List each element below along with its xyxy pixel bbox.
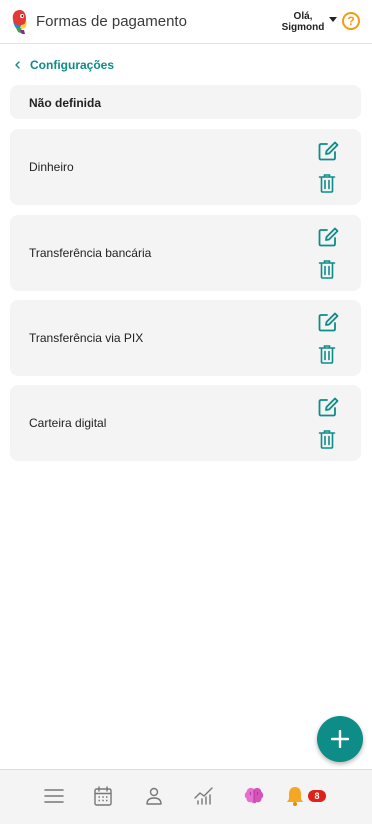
- brain-icon[interactable]: [242, 784, 266, 808]
- user-menu-caret-icon[interactable]: [329, 17, 337, 22]
- parrot-logo-icon[interactable]: [9, 9, 31, 35]
- trash-icon[interactable]: [318, 344, 336, 364]
- payment-method-label: Transferência via PIX: [29, 331, 144, 345]
- edit-icon[interactable]: [317, 140, 339, 162]
- bottom-nav: 8: [0, 769, 372, 824]
- page-title: Formas de pagamento: [36, 13, 187, 30]
- trash-icon[interactable]: [318, 173, 336, 193]
- breadcrumb[interactable]: Configurações: [13, 57, 114, 73]
- payment-method-label: Transferência bancária: [29, 246, 152, 260]
- trash-icon[interactable]: [318, 429, 336, 449]
- app-header: Formas de pagamento Olá, Sigmond ?: [0, 0, 372, 44]
- user-icon[interactable]: [142, 784, 166, 808]
- payment-method-undefined[interactable]: Não definida: [10, 85, 361, 119]
- user-greeting[interactable]: Olá, Sigmond: [278, 11, 328, 33]
- edit-icon[interactable]: [317, 396, 339, 418]
- payment-method-label: Carteira digital: [29, 416, 107, 430]
- payment-method-card: Transferência via PIX: [10, 300, 361, 376]
- breadcrumb-link-configuracoes[interactable]: Configurações: [30, 58, 114, 72]
- payment-method-card: Dinheiro: [10, 129, 361, 205]
- chart-icon[interactable]: [192, 784, 216, 808]
- payment-method-card: Transferência bancária: [10, 215, 361, 291]
- payment-method-card: Carteira digital: [10, 385, 361, 461]
- edit-icon[interactable]: [317, 311, 339, 333]
- greeting-line-2: Sigmond: [281, 22, 325, 33]
- payment-method-label: Não definida: [29, 96, 102, 110]
- menu-icon[interactable]: [42, 784, 66, 808]
- payment-method-label: Dinheiro: [29, 160, 74, 174]
- chevron-left-icon: [15, 61, 20, 69]
- calendar-icon[interactable]: [91, 784, 115, 808]
- greeting-line-1: Olá,: [293, 11, 313, 22]
- add-payment-method-button[interactable]: [317, 716, 363, 762]
- trash-icon[interactable]: [318, 259, 336, 279]
- edit-icon[interactable]: [317, 226, 339, 248]
- help-button[interactable]: ?: [342, 12, 360, 30]
- plus-icon: [331, 730, 349, 748]
- notification-count-badge: 8: [308, 790, 326, 802]
- bell-icon[interactable]: [283, 784, 307, 808]
